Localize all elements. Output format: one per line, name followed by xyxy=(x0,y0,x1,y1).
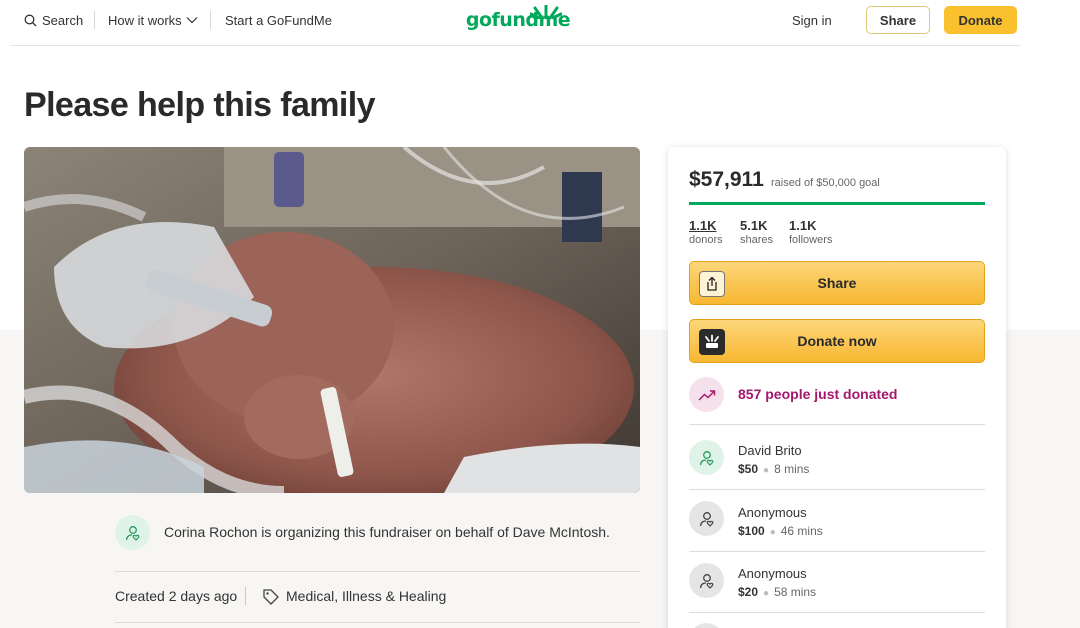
stat-label: donors xyxy=(689,234,723,246)
donor-name: David Brito xyxy=(738,443,802,458)
donor-avatar xyxy=(689,440,724,475)
upload-icon xyxy=(699,271,725,297)
section-divider xyxy=(115,571,640,572)
nav-divider xyxy=(94,11,95,29)
donor-name: Anonymous xyxy=(738,505,807,520)
donor-amount: $20 xyxy=(738,585,759,599)
stat-value: 1.1K xyxy=(789,218,817,233)
header-share-label: Share xyxy=(879,12,917,28)
donor-time: 8 mins xyxy=(774,462,810,476)
photo-illustration xyxy=(24,147,640,493)
gofundme-sun-icon xyxy=(530,5,562,19)
raised-amount: $57,911 xyxy=(689,168,764,191)
stat-label: followers xyxy=(789,234,833,246)
progress-bar xyxy=(689,202,985,205)
header-share-button[interactable]: Share xyxy=(866,6,930,34)
start-label: Start a GoFundMe xyxy=(225,12,332,28)
donor-amount: $100 xyxy=(738,524,765,538)
trending-up-icon xyxy=(698,389,715,400)
stat-donors[interactable]: 1.1K donors xyxy=(689,218,723,246)
donor-divider xyxy=(689,424,985,425)
donate-now-label: Donate now xyxy=(797,333,877,349)
organizer-description: Corina Rochon is organizing this fundrai… xyxy=(164,524,610,540)
raised-goal-text: raised of $50,000 goal xyxy=(771,177,880,189)
donor-details: $50 ● 8 mins xyxy=(738,462,809,476)
search-link[interactable]: Search xyxy=(24,0,83,40)
donor-divider xyxy=(689,612,985,613)
donor-avatar xyxy=(689,563,724,598)
sign-in-link[interactable]: Sign in xyxy=(792,6,832,34)
header-donate-label: Donate xyxy=(958,12,1003,28)
share-button[interactable]: Share xyxy=(689,261,985,305)
user-heart-icon xyxy=(699,450,713,466)
stat-value: 1.1K xyxy=(689,218,717,233)
donor-time: 58 mins xyxy=(774,585,817,599)
how-it-works-label: How it works xyxy=(108,12,182,28)
separator-dot: ● xyxy=(763,465,770,476)
stat-followers: 1.1K followers xyxy=(789,218,832,246)
organizer-avatar xyxy=(115,515,150,550)
created-date: Created 2 days ago xyxy=(115,588,238,604)
donate-now-button[interactable]: Donate now xyxy=(689,319,985,363)
donor-details: $100 ● 46 mins xyxy=(738,524,823,538)
donor-details: $20 ● 58 mins xyxy=(738,585,816,599)
donor-avatar xyxy=(689,501,724,536)
progress-fill xyxy=(689,202,985,205)
header-donate-button[interactable]: Donate xyxy=(944,6,1017,34)
category-link[interactable]: Medical, Illness & Healing xyxy=(286,588,446,604)
tag-icon xyxy=(263,589,279,605)
how-it-works-menu[interactable]: How it works xyxy=(108,0,198,40)
chevron-down-icon xyxy=(186,17,198,24)
donor-time: 46 mins xyxy=(780,524,823,538)
separator-dot: ● xyxy=(763,588,770,599)
user-heart-icon xyxy=(125,525,139,541)
search-icon xyxy=(24,14,37,26)
stat-label: shares xyxy=(740,234,774,246)
page-title: Please help this family xyxy=(24,86,376,124)
separator-dot: ● xyxy=(769,527,776,538)
top-navigation: Search How it works Start a GoFundMe gof… xyxy=(10,0,1020,46)
stat-shares: 5.1K shares xyxy=(740,218,773,246)
recent-donations-count: 857 people just donated xyxy=(738,386,898,402)
start-gofundme-link[interactable]: Start a GoFundMe xyxy=(225,0,332,40)
trend-badge xyxy=(689,377,724,412)
meta-divider xyxy=(245,587,246,605)
donor-divider xyxy=(689,489,985,490)
donor-name: Anonymous xyxy=(738,566,807,581)
share-button-label: Share xyxy=(817,275,857,291)
user-heart-icon xyxy=(699,511,713,527)
gofundme-mark-icon xyxy=(699,329,725,355)
search-label: Search xyxy=(42,12,84,28)
stat-value: 5.1K xyxy=(740,218,768,233)
section-divider xyxy=(115,622,640,623)
donor-divider xyxy=(689,551,985,552)
sign-in-label: Sign in xyxy=(792,12,832,28)
user-heart-icon xyxy=(699,573,713,589)
nav-divider xyxy=(210,11,211,29)
campaign-photo[interactable] xyxy=(24,147,640,493)
donor-amount: $50 xyxy=(738,462,759,476)
